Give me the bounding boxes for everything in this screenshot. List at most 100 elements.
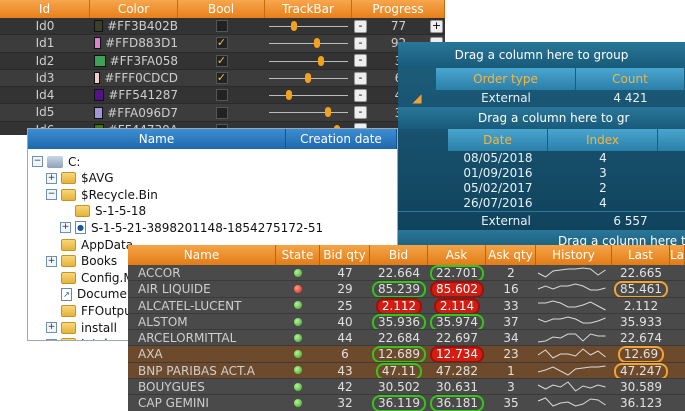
minus-button[interactable]: - bbox=[354, 36, 367, 50]
collapse-icon[interactable]: ◢ bbox=[398, 90, 436, 107]
col-header-state[interactable]: State bbox=[276, 245, 320, 265]
col-header-history[interactable]: History bbox=[536, 245, 612, 265]
minus-button[interactable]: - bbox=[354, 19, 367, 33]
table-row[interactable]: BOUYGUES 42 30.502 30.631 3 30.589 bbox=[128, 379, 685, 396]
col-header-ask[interactable]: Ask bbox=[428, 245, 486, 265]
table-row[interactable]: ARCELORMITTAL 44 22.684 22.697 34 22.674 bbox=[128, 330, 685, 347]
collapse-icon[interactable]: − bbox=[32, 156, 43, 167]
col-header-la[interactable]: La bbox=[670, 245, 685, 265]
table-row[interactable]: ALSTOM 40 35.936 35.974 37 35.933 bbox=[128, 313, 685, 331]
col-header-bid-qty[interactable]: Bid qty bbox=[320, 245, 370, 265]
checkbox[interactable] bbox=[215, 106, 228, 119]
track-thumb[interactable] bbox=[286, 90, 293, 101]
col-header-name[interactable]: Name bbox=[128, 245, 276, 265]
expand-icon[interactable]: + bbox=[46, 338, 57, 340]
cell-color[interactable]: #FF3FA058 bbox=[90, 53, 178, 69]
tree-node[interactable]: + ● S-1-5-21-3898201148-1854275172-51 bbox=[60, 219, 323, 236]
collapse-icon[interactable]: − bbox=[46, 189, 57, 201]
table-row[interactable]: Id2#FF3FA058✓-3- bbox=[0, 52, 445, 70]
col-header-bid[interactable]: Bid bbox=[370, 245, 428, 265]
tree-node[interactable]: + Intel bbox=[46, 336, 108, 340]
folder-icon bbox=[61, 238, 76, 251]
tree-node[interactable]: + Books bbox=[46, 253, 117, 270]
expand-icon[interactable]: + bbox=[46, 172, 57, 184]
table-row[interactable]: 05/02/2017 2 bbox=[398, 181, 685, 196]
group-row[interactable]: ◢ External 4 421 bbox=[398, 90, 685, 107]
col-header-trackbar[interactable]: TrackBar bbox=[265, 0, 352, 18]
shortcut-icon: ↗ bbox=[61, 287, 72, 301]
group-drag-area[interactable]: Drag a column here to group bbox=[398, 42, 685, 68]
col-header-last[interactable]: Last bbox=[612, 245, 670, 265]
tree-node[interactable]: FFOutput bbox=[46, 302, 137, 319]
table-row[interactable]: CAP GEMINI 32 36.119 36.181 35 36.123 bbox=[128, 395, 685, 411]
cell-state bbox=[276, 330, 320, 345]
minus-button[interactable]: - bbox=[354, 106, 367, 120]
track-thumb[interactable] bbox=[313, 38, 320, 49]
col-header-creation-date[interactable]: Creation date bbox=[286, 129, 397, 149]
cell-color[interactable]: #FFF0CDCD bbox=[90, 70, 178, 86]
ask-value: 47.282 bbox=[436, 363, 478, 378]
detail-drag-area[interactable]: Drag a column here to gr bbox=[398, 107, 685, 129]
state-dot-icon bbox=[294, 317, 302, 326]
tree-node[interactable]: AppData bbox=[46, 236, 133, 253]
dark-grid: Id Color Bool TrackBar Progress Id0 #FF3B… bbox=[0, 0, 445, 135]
minus-button[interactable]: - bbox=[354, 54, 367, 68]
cell-ask-qty: 34 bbox=[503, 331, 519, 346]
cell-color[interactable]: #FFD883D1 bbox=[90, 35, 178, 51]
checkbox[interactable]: ✓ bbox=[215, 72, 228, 85]
col-header-id[interactable]: Id bbox=[0, 0, 90, 18]
col-header-order-type[interactable]: Order type bbox=[436, 68, 576, 90]
table-row[interactable]: BNP PARIBAS ACT.A 43 47.11 47.282 1 47.247 bbox=[128, 362, 685, 380]
minus-button[interactable]: - bbox=[354, 88, 367, 102]
table-row[interactable]: 08/05/2018 4 bbox=[398, 151, 685, 166]
cell-la bbox=[670, 281, 685, 296]
table-row[interactable]: AIR LIQUIDE 29 85.239 85.602 16 85.461 bbox=[128, 281, 685, 298]
expand-icon[interactable]: + bbox=[60, 222, 71, 234]
tree-node[interactable]: + install bbox=[46, 319, 117, 336]
table-row[interactable]: AXA 6 12.689 12.734 23 12.69 bbox=[128, 346, 685, 363]
table-row[interactable]: 26/07/2016 4 bbox=[398, 196, 685, 211]
cell-color[interactable]: #FFA096D7 bbox=[90, 104, 178, 120]
group-row-2[interactable]: External 6 557 bbox=[398, 211, 685, 230]
track-thumb[interactable] bbox=[317, 55, 324, 66]
col-header-bool[interactable]: Bool bbox=[178, 0, 265, 18]
table-row[interactable]: Id3#FFF0CDCD✓-6- bbox=[0, 70, 445, 88]
minus-button[interactable]: - bbox=[354, 71, 367, 85]
checkbox[interactable] bbox=[215, 89, 228, 102]
col-header-index[interactable]: Index bbox=[548, 129, 658, 151]
table-row[interactable]: ACCOR 47 22.664 22.701 2 22.665 bbox=[128, 265, 685, 282]
cell-trackbar bbox=[265, 18, 352, 34]
track-thumb[interactable] bbox=[325, 107, 332, 118]
col-header-name[interactable]: Name bbox=[28, 129, 286, 149]
col-header-color[interactable]: Color bbox=[90, 0, 178, 18]
cell-color[interactable]: #FF541287 bbox=[90, 87, 178, 103]
checkbox[interactable]: ✓ bbox=[215, 37, 228, 50]
progress-value: 77 bbox=[390, 19, 407, 34]
table-row[interactable]: ALCATEL-LUCENT 25 2.112 2.114 33 2.112 bbox=[128, 297, 685, 314]
track-thumb[interactable] bbox=[305, 72, 311, 83]
expand-icon[interactable]: + bbox=[46, 255, 57, 267]
col-header-count[interactable]: Count bbox=[576, 68, 685, 90]
tree-node[interactable]: + $AVG bbox=[46, 170, 114, 187]
checkbox[interactable] bbox=[215, 20, 228, 33]
step-button[interactable]: + bbox=[430, 19, 443, 33]
col-header-progress[interactable]: Progress bbox=[352, 0, 445, 18]
dark-grid-body: Id0#FF3B402B-77+Id1#FFD883D1✓-92-Id2#FF3… bbox=[0, 18, 445, 135]
tree-node[interactable]: S-1-5-18 bbox=[60, 203, 146, 220]
cell-index: 4 bbox=[599, 196, 607, 210]
col-header-date[interactable]: Date bbox=[448, 129, 548, 151]
table-row[interactable]: Id1#FFD883D1✓-92- bbox=[0, 35, 445, 53]
table-row[interactable]: Id0 #FF3B402B - 77 + bbox=[0, 18, 445, 36]
cell-bid: 22.684 bbox=[370, 330, 428, 345]
tree-node[interactable]: − $Recycle.Bin bbox=[46, 186, 158, 203]
col-header-ask-qty[interactable]: Ask qty bbox=[486, 245, 536, 265]
track-thumb[interactable] bbox=[290, 21, 297, 31]
checkbox[interactable]: ✓ bbox=[215, 54, 228, 67]
table-row[interactable]: Id4#FF541287-4- bbox=[0, 87, 445, 105]
indent-spacer bbox=[398, 196, 448, 211]
tree-node[interactable]: − C: bbox=[32, 153, 80, 170]
table-row[interactable]: 01/09/2016 3 bbox=[398, 166, 685, 181]
cell-color[interactable]: #FF3B402B bbox=[90, 18, 178, 34]
expand-icon[interactable]: + bbox=[46, 322, 57, 333]
table-row[interactable]: Id5#FFA096D7-3- bbox=[0, 104, 445, 122]
